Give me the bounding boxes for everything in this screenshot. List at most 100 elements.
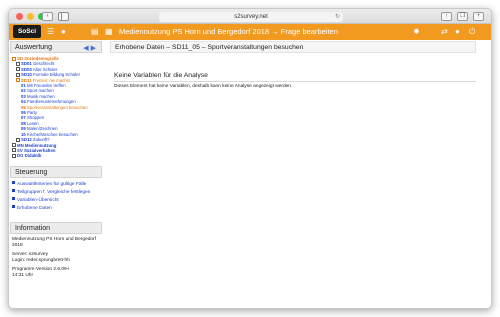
tree-item[interactable]: DG Didaktik (12, 153, 100, 158)
tree-item-code: SD11 (21, 77, 32, 83)
bullet-icon (12, 189, 15, 193)
url-text: s2survey.net (234, 14, 268, 20)
tree-item-label: Familienunternehmungen (26, 99, 76, 105)
tree-item-code: DG (17, 153, 24, 159)
checkbox-icon[interactable] (16, 67, 20, 72)
bullet-icon (12, 205, 15, 209)
expand-icon[interactable] (12, 56, 16, 61)
tree-item-label: Formale Bildung Schüler (32, 72, 81, 78)
page-title-bar: Erhobene Daten – SD11_05 – Sportveransta… (110, 41, 476, 53)
tree-item-label: Freizeit: nie machst (32, 77, 70, 83)
app-title: Mediennutzung PS Horn und Bergedorf 2018… (119, 27, 338, 36)
tree-item-code: SD (17, 56, 23, 61)
tree-item-code: 01 (21, 83, 26, 89)
time-info: 14:31 Uhr (12, 272, 34, 278)
address-bar[interactable]: s2survey.net ↻ (159, 12, 343, 22)
panel-nav-icons[interactable]: ◀▶ (83, 43, 98, 54)
sosci-logo[interactable]: SoSci (13, 25, 41, 38)
window-controls (16, 13, 45, 20)
minimize-window-button[interactable] (27, 13, 34, 20)
chat-icon[interactable]: ● (61, 27, 66, 37)
tree-item-label: Musik machen (26, 93, 55, 99)
share-icon[interactable]: ↑ (441, 12, 452, 21)
variable-tree: SD Soziodemografie SD01 Geschlecht SD03 Al… (10, 53, 102, 162)
tree-item-code: 07 (21, 115, 26, 121)
close-window-button[interactable] (16, 13, 23, 20)
tree-item-code: 05 (21, 104, 26, 110)
info-panel-title: Information (15, 224, 51, 232)
tree-item-label: Shoppen (26, 115, 45, 121)
control-list: Auswahlkriterien für gültige Fälle Teilg… (10, 178, 102, 213)
tree-item-code: 03 (21, 93, 26, 99)
user-icon[interactable]: ● (455, 27, 460, 37)
tree-item-code: SD03 (21, 66, 32, 72)
tree-item-code: 06 (21, 110, 26, 116)
grid-icon[interactable]: ▦ (105, 27, 113, 37)
tree-item-code: SV (17, 147, 23, 153)
document-icon[interactable]: ▤ (91, 27, 99, 37)
control-panel-header: Steuerung (10, 165, 102, 178)
checkbox-icon[interactable] (16, 72, 20, 77)
tree-item-label: Sport machen (26, 88, 54, 94)
info-message: Dieses Element hat keine Variablen, desh… (114, 84, 293, 89)
survey-icon[interactable]: ☰ (47, 27, 54, 37)
sidebar-toggle-icon[interactable] (58, 12, 69, 21)
app-header: SoSci ☰ ● ▤ ▦ Mediennutzung PS Horn und … (9, 24, 491, 40)
control-item[interactable]: Teilgruppen f. Vergleiche festlegen (12, 189, 100, 197)
page-title: Erhobene Daten – SD11_05 – Sportveransta… (115, 44, 304, 51)
tree-item-code: 02 (21, 88, 26, 94)
control-item[interactable]: Variablen-Übersicht (12, 197, 100, 205)
control-item-label: Auswahlkriterien für gültige Fälle (17, 181, 87, 187)
tabs-icon[interactable]: ❐ (457, 12, 468, 21)
tree-item-code: 08 (21, 120, 26, 126)
expand-icon[interactable] (12, 153, 16, 158)
back-icon[interactable]: ‹ (42, 12, 53, 21)
checkbox-icon[interactable] (16, 137, 20, 142)
add-tab-icon[interactable]: + (473, 12, 484, 21)
tree-item-label: Kirche/Moschee besuchen (26, 131, 78, 137)
expand-icon[interactable] (12, 143, 16, 147)
tree-item-label: Zukunft? (32, 137, 50, 143)
tree-item-code: SD12 (21, 137, 32, 143)
tree-item-label: Malen/Zeichnen (26, 126, 58, 132)
tree-item-code: SD10 (21, 72, 32, 78)
project-name: Mediennutzung PS Horn und Bergedorf 2018 (12, 236, 96, 248)
control-panel-title: Steuerung (15, 168, 48, 176)
tree-item-label: Lesen (26, 120, 39, 126)
tree-item-label: Alter Schüler (32, 66, 58, 72)
section-heading: Keine Variablen für die Analyse (114, 72, 208, 79)
tree-item-label: Mediennutzung (24, 142, 57, 148)
tree-item-label: Soziodemografie (24, 56, 59, 61)
analysis-panel-header: Auswertung ◀▶ (10, 41, 102, 53)
control-item-label: Erhobene Daten (17, 205, 52, 211)
left-sidebar: Auswertung ◀▶ SD Soziodemografie SD01 Ges… (10, 41, 102, 283)
tree-item-code: MN (17, 142, 24, 148)
info-panel: Mediennutzung PS Horn und Bergedorf 2018… (10, 234, 102, 283)
divider (114, 81, 476, 82)
tree-item-label: Sozialverhalten (23, 147, 56, 153)
checkbox-icon[interactable] (16, 61, 20, 66)
tree-item-code: SD01 (21, 61, 32, 67)
login-info: Login: reder.sprungbrett-hh (12, 257, 70, 263)
tree-item-code: 09 (21, 126, 26, 132)
tree-item-label: Geschlecht (32, 61, 55, 67)
checkbox-icon[interactable] (16, 78, 20, 83)
settings-icon[interactable]: ✹ (413, 27, 420, 37)
bullet-icon (12, 181, 15, 185)
tree-item-label: Didaktik (24, 153, 42, 159)
browser-toolbar: ‹ s2survey.net ↻ ↑ ❐ + (9, 9, 491, 24)
info-panel-header: Information (10, 221, 102, 234)
switch-icon[interactable]: ⇄ (441, 27, 448, 37)
analysis-panel-title: Auswertung (15, 44, 52, 51)
control-item[interactable]: Auswahlkriterien für gültige Fälle (12, 181, 100, 189)
tree-item-label: Party (26, 110, 38, 116)
bullet-icon (12, 197, 15, 201)
control-item-label: Teilgruppen f. Vergleiche festlegen (17, 189, 91, 195)
expand-icon[interactable] (12, 148, 16, 153)
tree-item-code: 10 (21, 131, 26, 137)
control-item-active[interactable]: Erhobene Daten (12, 205, 100, 213)
tree-item-code: 04 (21, 99, 26, 105)
tree-item-label: Mit Freunden treffen (26, 83, 66, 89)
reload-icon[interactable]: ↻ (335, 12, 340, 22)
logout-icon[interactable]: ⏻ (469, 27, 475, 37)
